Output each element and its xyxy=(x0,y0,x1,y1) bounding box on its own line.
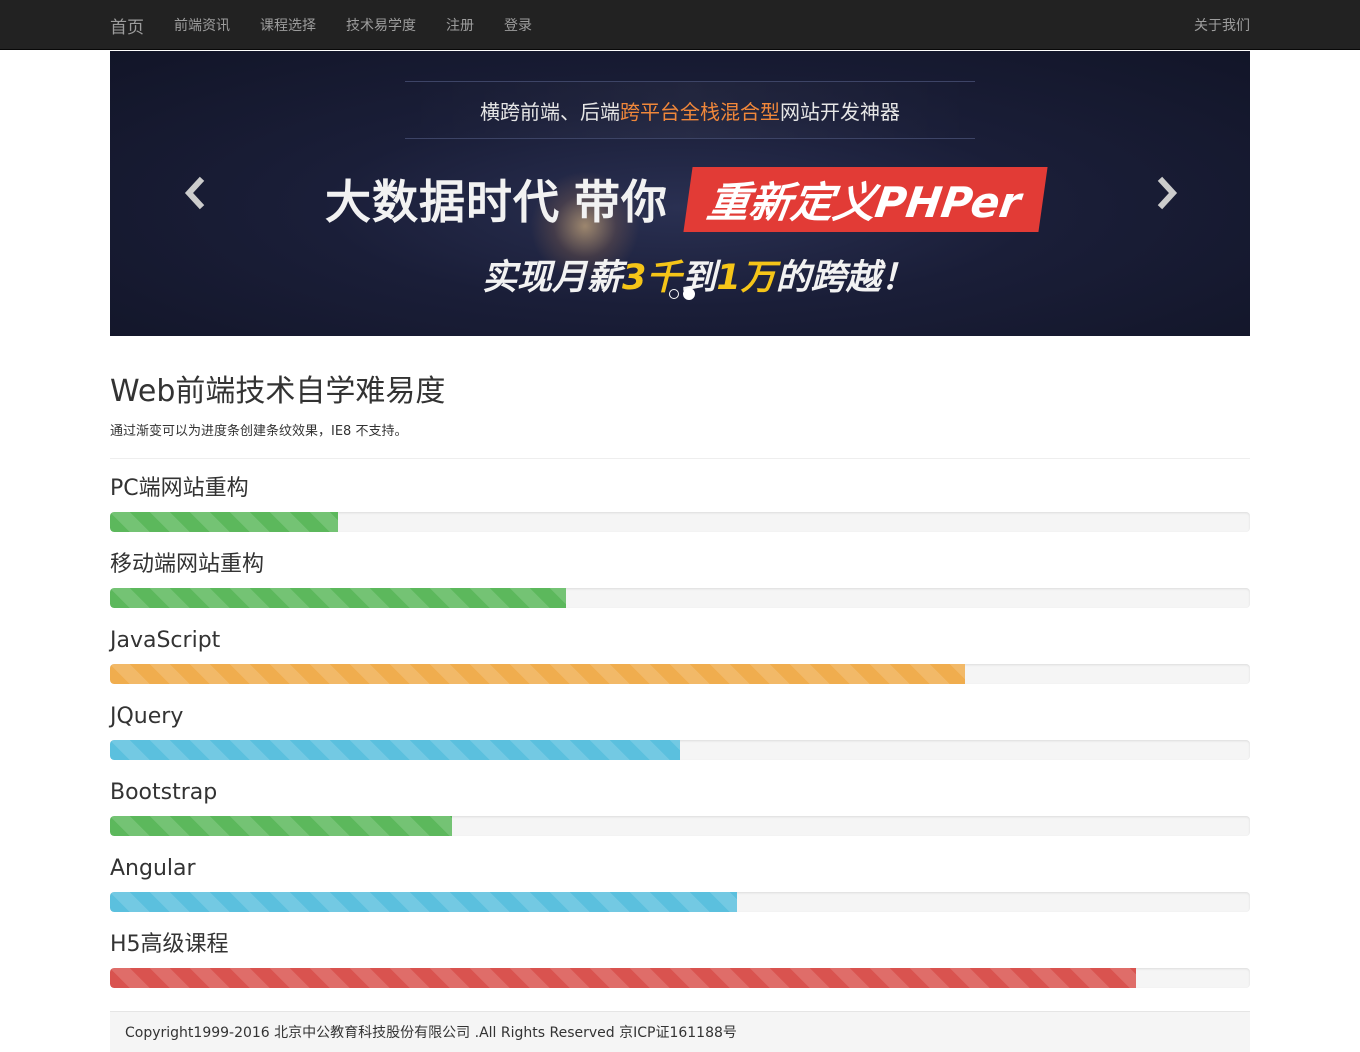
progress-bar-success xyxy=(110,512,338,532)
page-title: Web前端技术自学难易度 xyxy=(110,374,446,409)
headline-highlight: 重新定义PHPer xyxy=(683,166,1048,232)
promo-highlight: 跨平台全栈混合型 xyxy=(620,99,780,124)
progress-track xyxy=(110,968,1250,988)
skill-row: H5高级课程 xyxy=(110,930,1250,988)
progress-track xyxy=(110,664,1250,684)
chevron-right-icon[interactable] xyxy=(1152,173,1182,213)
skill-label: PC端网站重构 xyxy=(110,476,249,501)
skill-label: JQuery xyxy=(110,704,184,729)
progress-track xyxy=(110,892,1250,912)
progress-track xyxy=(110,816,1250,836)
carousel-indicators xyxy=(667,288,697,300)
page-description: 通过渐变可以为进度条创建条纹效果，IE8 不支持。 xyxy=(110,424,408,439)
progress-bar-info xyxy=(110,740,680,760)
headline-part1: 大数据时代 xyxy=(325,175,560,229)
skill-row: PC端网站重构 xyxy=(110,474,1250,532)
progress-bar-info xyxy=(110,892,737,912)
progress-bar-success xyxy=(110,588,566,608)
nav-left-group: 首页 前端资讯 课程选择 技术易学度 注册 登录 xyxy=(110,0,562,50)
skill-label: Angular xyxy=(110,856,196,881)
carousel-indicator-2[interactable] xyxy=(683,288,695,300)
skill-row: 移动端网站重构 xyxy=(110,550,1250,608)
progress-bar-success xyxy=(110,816,452,836)
carousel-indicator-1[interactable] xyxy=(669,289,679,299)
headline-part2: 带你 xyxy=(574,175,668,229)
nav-difficulty-link[interactable]: 技术易学度 xyxy=(346,15,416,35)
nav-right-group: 关于我们 xyxy=(1194,0,1250,50)
progress-bar-danger xyxy=(110,968,1136,988)
nav-home-link[interactable]: 首页 xyxy=(110,13,144,38)
skill-label: Bootstrap xyxy=(110,780,218,805)
carousel-headline: 大数据时代 带你 重新定义PHPer xyxy=(325,166,1048,232)
promo-prefix: 横跨前端、后端 xyxy=(480,99,620,124)
promo-suffix: 网站开发神器 xyxy=(780,99,900,124)
skill-label: H5高级课程 xyxy=(110,932,229,957)
nav-courses-link[interactable]: 课程选择 xyxy=(260,15,316,35)
section-divider xyxy=(110,458,1250,459)
skill-row: Bootstrap xyxy=(110,778,1250,836)
progress-track xyxy=(110,512,1250,532)
progress-track xyxy=(110,740,1250,760)
skill-label: 移动端网站重构 xyxy=(110,552,265,577)
subline-num2: 1万 xyxy=(716,258,776,298)
nav-login-link[interactable]: 登录 xyxy=(504,15,532,35)
chevron-left-icon[interactable] xyxy=(180,173,210,213)
subline-prefix: 实现月薪 xyxy=(482,258,623,298)
banner-carousel: 横跨前端、后端 跨平台全栈混合型 网站开发神器 大数据时代 带你 重新定义PHP… xyxy=(110,51,1250,336)
carousel-subline: 实现月薪3千到1万的跨越！ xyxy=(482,249,916,300)
top-navbar: 首页 前端资讯 课程选择 技术易学度 注册 登录 关于我们 xyxy=(0,0,1360,50)
progress-bar-warning xyxy=(110,664,965,684)
progress-track xyxy=(110,588,1250,608)
skill-row: Angular xyxy=(110,854,1250,912)
copyright-text: Copyright1999-2016 北京中公教育科技股份有限公司 .All R… xyxy=(125,1025,737,1041)
skill-row: JavaScript xyxy=(110,626,1250,684)
section-header: Web前端技术自学难易度 通过渐变可以为进度条创建条纹效果，IE8 不支持。 xyxy=(110,370,1250,439)
subline-suffix: 的跨越！ xyxy=(775,258,916,298)
carousel-promo-box: 横跨前端、后端 跨平台全栈混合型 网站开发神器 xyxy=(405,81,975,139)
skill-label: JavaScript xyxy=(110,628,221,653)
skill-row: JQuery xyxy=(110,702,1250,760)
nav-news-link[interactable]: 前端资讯 xyxy=(174,15,230,35)
nav-register-link[interactable]: 注册 xyxy=(446,15,474,35)
page-footer: Copyright1999-2016 北京中公教育科技股份有限公司 .All R… xyxy=(110,1011,1250,1052)
nav-about-link[interactable]: 关于我们 xyxy=(1194,15,1250,35)
